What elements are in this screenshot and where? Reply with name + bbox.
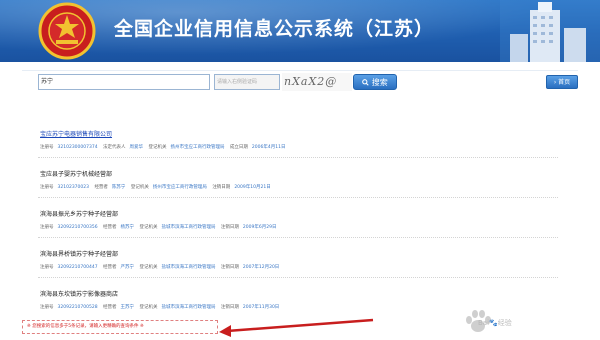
- meta-label: 经营者: [103, 265, 117, 270]
- result-meta: 注册号 32092210700528 经营者 王苏宁 登记机关 盐城市滨海工商行政管理…: [40, 304, 283, 312]
- meta-label: 注销日期: [220, 265, 239, 270]
- meta-value: 32102370023: [57, 185, 90, 190]
- meta-label: 经营者: [94, 185, 108, 190]
- meta-label: 经营者: [103, 305, 117, 310]
- meta-value: 32102300007374: [57, 145, 98, 150]
- meta-label: 登记机关: [139, 265, 158, 270]
- result-item: 宝应苏宁电器销售有限公司 注册号 32102300007374 法定代表人 周爱华 …: [40, 130, 289, 152]
- result-name[interactable]: 滨海县东坎镇苏宁影像器商店: [40, 290, 283, 299]
- meta-label: 登记机关: [130, 185, 149, 190]
- result-item: 宝应县子婴苏宁机械经营部 注册号 32102370023 经营者 陈苏宁 登记机关扬…: [40, 170, 275, 192]
- meta-value: 2009年10月21日: [234, 185, 271, 190]
- result-limit-notice: ※ 您搜索的信息多于5条记录，请输入更精确的查询条件 ※: [22, 320, 218, 334]
- result-item: 滨海县界桥镇苏宁种子经营部 注册号 32092210700447 经营者 严苏宁 登…: [40, 250, 283, 272]
- meta-value: 2007年12月20日: [242, 265, 280, 270]
- meta-label: 注销日期: [220, 305, 239, 310]
- meta-value: 2007年11月30日: [242, 305, 280, 310]
- results-list: 宝应苏宁电器销售有限公司 注册号 32102300007374 法定代表人 周爱华 …: [0, 0, 600, 340]
- meta-value: 周爱华: [129, 145, 144, 150]
- meta-value: 2009年6月29日: [242, 225, 277, 230]
- meta-value: 2006年4月11日: [251, 145, 286, 150]
- result-divider: [38, 157, 558, 158]
- watermark-icon: [466, 310, 491, 332]
- meta-label: 成立日期: [229, 145, 248, 150]
- meta-value: 严苏宁: [120, 265, 135, 270]
- result-divider: [38, 237, 558, 238]
- meta-label: 登记机关: [139, 305, 158, 310]
- result-name[interactable]: 滨海县界桥镇苏宁种子经营部: [40, 250, 283, 259]
- annotation-arrow-icon: [219, 318, 374, 337]
- meta-value: 扬州市宝应工商行政管理局: [152, 185, 207, 190]
- meta-value: 盐城市滨海工商行政管理局: [161, 225, 216, 230]
- meta-value: 陈苏宁: [111, 185, 126, 190]
- meta-label: 登记机关: [139, 225, 158, 230]
- meta-label: 注销日期: [212, 185, 231, 190]
- result-divider: [38, 197, 558, 198]
- watermark-text: Bai🐾经验: [478, 319, 512, 327]
- result-divider: [38, 277, 558, 278]
- result-meta: 注册号 32092210700356 经营者 杨苏宁 登记机关 盐城市滨海工商行政管理…: [40, 224, 280, 232]
- result-name[interactable]: 宝应县子婴苏宁机械经营部: [40, 170, 275, 179]
- meta-label: 法定代表人: [103, 145, 126, 150]
- result-item: 滨海县东坎镇苏宁影像器商店 注册号 32092210700528 经营者 王苏宁 登…: [40, 290, 283, 312]
- meta-label: 注销日期: [220, 225, 239, 230]
- meta-value: 王苏宁: [120, 305, 135, 310]
- result-meta: 注册号 32092210700447 经营者 严苏宁 登记机关 盐城市滨海工商行政管理…: [40, 264, 283, 272]
- meta-value: 盐城市滨海工商行政管理局: [161, 265, 216, 270]
- meta-label: 注册号: [40, 185, 54, 190]
- meta-label: 注册号: [40, 305, 54, 310]
- meta-value: 扬州市宝应工商行政管理局: [170, 145, 225, 150]
- meta-value: 盐城市滨海工商行政管理局: [161, 305, 216, 310]
- meta-value: 32092210700356: [57, 225, 98, 230]
- meta-label: 登记机关: [148, 145, 167, 150]
- meta-value: 32092210700447: [57, 265, 98, 270]
- meta-label: 经营者: [103, 225, 117, 230]
- meta-label: 注册号: [40, 225, 54, 230]
- meta-value: 杨苏宁: [120, 225, 135, 230]
- page: 全国企业信用信息公示系统（江苏） 苏宁 请输入右侧验证码 nXaX2@ 搜索 ›…: [0, 0, 600, 340]
- result-meta: 注册号 32102300007374 法定代表人 周爱华 登记机关 扬州市宝应工商行政…: [40, 144, 289, 152]
- meta-label: 注册号: [40, 145, 54, 150]
- meta-label: 注册号: [40, 265, 54, 270]
- result-name[interactable]: 滨海县振光乡苏宁种子经营部: [40, 210, 280, 219]
- result-name[interactable]: 宝应苏宁电器销售有限公司: [40, 130, 289, 139]
- result-meta: 注册号 32102370023 经营者 陈苏宁 登记机关 扬州市宝应工商行政管理局 注…: [40, 184, 275, 192]
- meta-value: 32092210700528: [57, 305, 98, 310]
- result-item: 滨海县振光乡苏宁种子经营部 注册号 32092210700356 经营者 杨苏宁 登…: [40, 210, 280, 232]
